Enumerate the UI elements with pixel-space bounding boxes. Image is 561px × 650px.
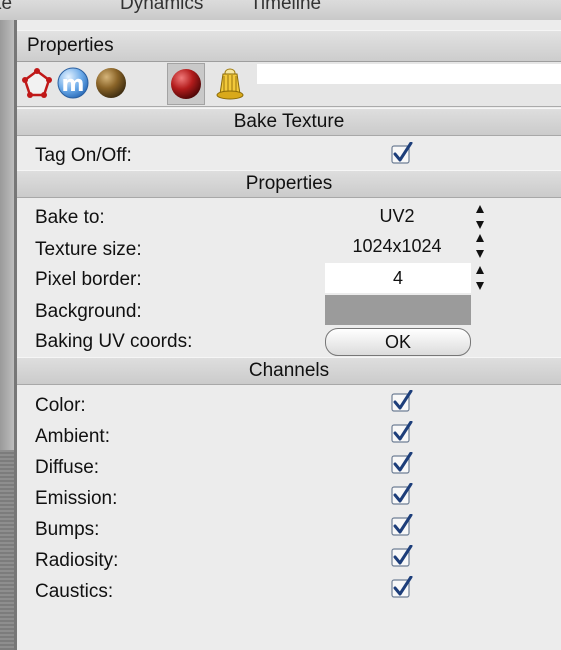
menu-item-timeline[interactable]: Timeline <box>250 0 321 15</box>
bake-to-stepper-icon[interactable] <box>475 204 485 230</box>
bake-texture-tag-icon[interactable] <box>212 63 248 103</box>
channel-emission-checkbox[interactable] <box>391 483 413 505</box>
texture-size-value[interactable]: 1024x1024 <box>335 234 459 258</box>
brown-material-icon[interactable] <box>93 63 129 103</box>
panel-title: Properties <box>27 35 114 56</box>
channel-ambient-label: Ambient: <box>35 426 110 447</box>
svg-text:m: m <box>62 72 85 97</box>
section-channels: Channels <box>17 357 561 385</box>
bake-to-label: Bake to: <box>35 207 105 228</box>
channel-radiosity-checkbox[interactable] <box>391 545 413 567</box>
bake-to-value[interactable]: UV2 <box>347 204 447 228</box>
background-label: Background: <box>35 301 142 322</box>
tag-bar: m <box>17 62 561 107</box>
tag-onoff-label: Tag On/Off: <box>35 145 132 166</box>
channel-bumps-checkbox[interactable] <box>391 514 413 536</box>
pixel-border-label: Pixel border: <box>35 269 142 290</box>
pixel-border-input[interactable]: 4 <box>325 263 471 293</box>
left-panel-edge <box>0 20 14 650</box>
channel-radiosity-label: Radiosity: <box>35 550 119 571</box>
tag-onoff-checkbox[interactable] <box>391 142 413 164</box>
channel-caustics-checkbox[interactable] <box>391 576 413 598</box>
baking-uv-ok-button[interactable]: OK <box>325 328 471 356</box>
menu-item-dynamics[interactable]: Dynamics <box>120 0 203 15</box>
channel-caustics-label: Caustics: <box>35 581 114 602</box>
properties-panel: Properties m Bake Texture Tag On/Off: Pr… <box>17 20 561 650</box>
tag-bar-empty-area <box>257 64 561 84</box>
menu-item-partial[interactable]: ke <box>0 0 12 15</box>
channel-diffuse-label: Diffuse: <box>35 457 100 478</box>
menu-bar: ke Dynamics Timeline <box>0 0 561 20</box>
channel-diffuse-checkbox[interactable] <box>391 452 413 474</box>
pixel-border-stepper-icon[interactable] <box>475 265 485 291</box>
section-properties: Properties <box>17 170 561 198</box>
channel-color-checkbox[interactable] <box>391 390 413 412</box>
polygon-tag-icon[interactable] <box>19 63 55 103</box>
background-color-swatch[interactable] <box>325 295 471 325</box>
panel-header: Properties <box>17 30 561 62</box>
channel-ambient-checkbox[interactable] <box>391 421 413 443</box>
section-bake-texture: Bake Texture <box>17 108 561 136</box>
texture-size-stepper-icon[interactable] <box>475 233 485 259</box>
channel-emission-label: Emission: <box>35 488 118 509</box>
channel-bumps-label: Bumps: <box>35 519 100 540</box>
material-m-tag-icon[interactable]: m <box>55 63 91 103</box>
texture-size-label: Texture size: <box>35 239 142 260</box>
baking-uv-coords-label: Baking UV coords: <box>35 331 193 352</box>
channel-color-label: Color: <box>35 395 86 416</box>
red-material-icon[interactable] <box>167 63 205 105</box>
left-panel-texture <box>0 450 14 650</box>
